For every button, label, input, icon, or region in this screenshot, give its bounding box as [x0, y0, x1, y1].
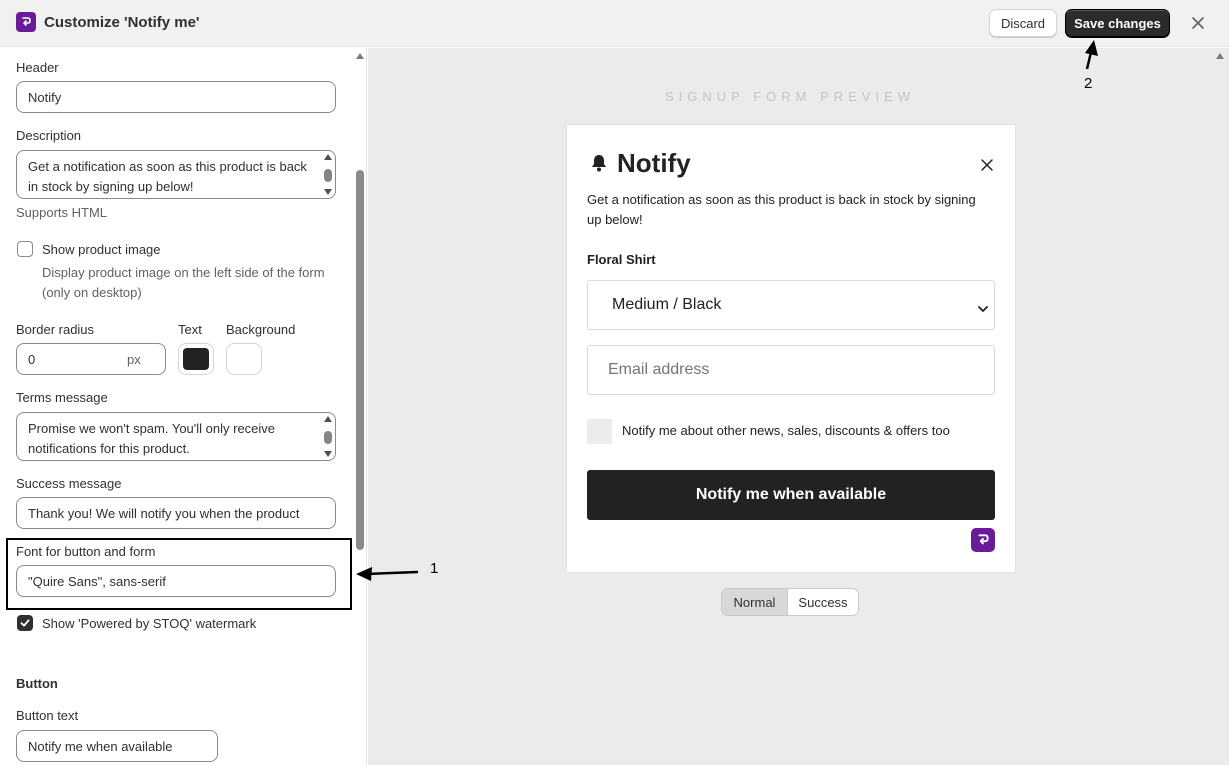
annotation-number-2: 2 — [1084, 75, 1093, 92]
annotation-number-1: 1 — [430, 560, 439, 577]
annotation-arrows — [356, 40, 1098, 581]
arrow-1-head — [356, 567, 372, 581]
arrow-2-head — [1085, 40, 1098, 56]
arrow-1-line — [365, 570, 419, 576]
